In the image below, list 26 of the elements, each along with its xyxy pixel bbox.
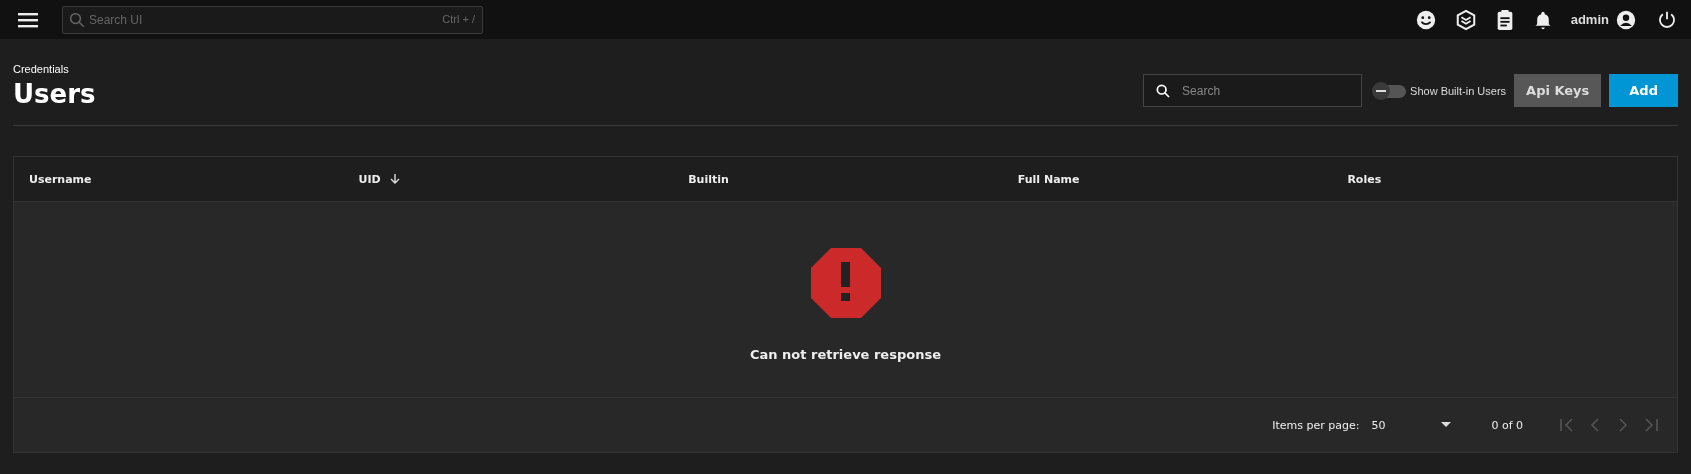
toggle-label[interactable]: Show Built-in Users — [1410, 84, 1507, 97]
api-keys-button[interactable]: Api Keys — [1514, 74, 1602, 107]
shortcut-hint: Ctrl + / — [442, 12, 475, 25]
power-icon[interactable] — [1657, 9, 1677, 30]
username[interactable]: admin — [1570, 12, 1609, 27]
search-icon — [68, 10, 86, 29]
column-header[interactable]: Roles — [1347, 172, 1382, 186]
column-header[interactable]: Username — [29, 172, 92, 186]
account-icon[interactable] — [1615, 8, 1637, 31]
menu-icon[interactable] — [18, 11, 38, 28]
column-header[interactable]: Builtin — [688, 172, 729, 186]
search-field[interactable]: Search — [1143, 74, 1363, 107]
toggle-switch[interactable] — [1372, 81, 1407, 100]
search-icon — [1155, 83, 1172, 99]
error-icon — [809, 247, 882, 319]
smiley-icon[interactable] — [1414, 8, 1437, 31]
page-range: 0 of 0 — [1491, 418, 1523, 432]
breadcrumb[interactable]: Credentials — [13, 63, 96, 75]
page-title: Users — [13, 79, 96, 109]
column-header[interactable]: Full Name — [1017, 172, 1080, 186]
dropdown-caret-icon — [1441, 422, 1452, 428]
cube-logo-icon[interactable] — [1454, 8, 1477, 31]
column-header[interactable]: UID — [358, 172, 381, 186]
empty-message: Can not retrieve response — [750, 347, 941, 362]
sort-arrow-icon — [388, 173, 401, 185]
items-per-page-label: Items per page: — [1272, 418, 1360, 432]
